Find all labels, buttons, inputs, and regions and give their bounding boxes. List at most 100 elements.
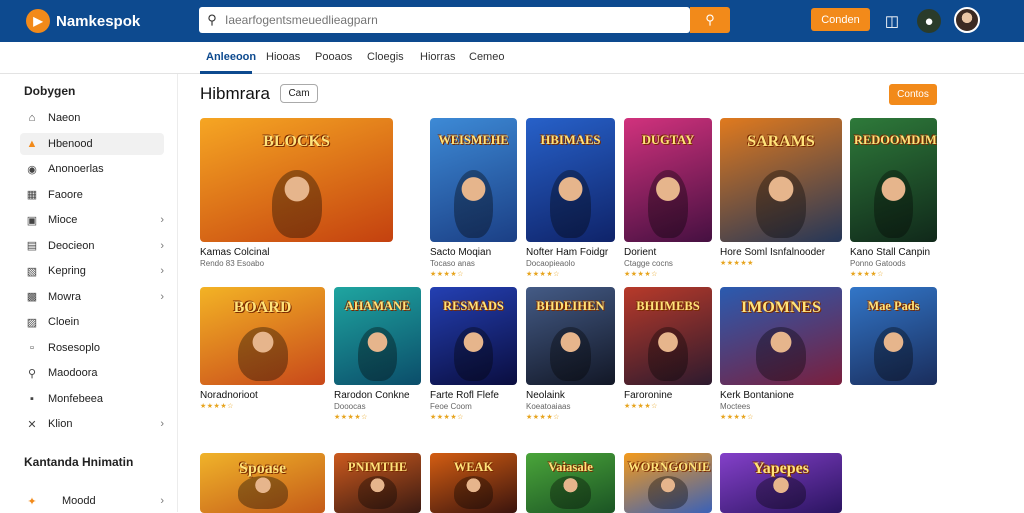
character-illustration xyxy=(357,327,398,381)
game-title[interactable]: Neolaink xyxy=(526,390,565,401)
filter-chip[interactable]: Cam xyxy=(280,84,318,103)
tab-3[interactable]: Cloegis xyxy=(367,51,404,63)
search-button[interactable]: ⚲ xyxy=(690,7,730,33)
game-art-title: BOARD xyxy=(233,298,292,316)
game-thumbnail[interactable]: BHIIMEBS xyxy=(624,287,712,385)
game-thumbnail[interactable]: RESMADS xyxy=(430,287,517,385)
game-subtitle: Ponno Gatoods xyxy=(850,259,906,268)
game-art-title: WORNGONIE xyxy=(628,460,711,475)
character-illustration xyxy=(237,327,288,381)
game-art-title: AHAMANE xyxy=(344,298,411,313)
sidebar-item-label: Mioce xyxy=(48,214,78,226)
tab-5[interactable]: Cemeo xyxy=(469,51,504,63)
game-title[interactable]: Dorient xyxy=(624,247,656,258)
character-illustration xyxy=(873,169,914,238)
game-art-title: Mae Pads xyxy=(867,298,920,313)
search-box[interactable]: ⚲ xyxy=(199,7,690,33)
game-thumbnail[interactable]: HBIMAES xyxy=(526,118,615,242)
chevron-right-icon: › xyxy=(160,265,164,277)
sidebar-item-0[interactable]: ⌂ Naeon xyxy=(20,107,164,129)
game-thumbnail[interactable]: AHAMANE xyxy=(334,287,421,385)
game-title[interactable]: Noradnorioot xyxy=(200,390,258,401)
home-icon: ⌂ xyxy=(28,112,36,124)
calendar-icon: ▩ xyxy=(26,291,38,303)
sidebar-item-footer[interactable]: ✦ Moodd › xyxy=(20,490,164,512)
game-title[interactable]: Nofter Ham Foidgr xyxy=(526,247,608,258)
header-cta-button[interactable]: Conden xyxy=(811,8,870,31)
character-illustration xyxy=(550,169,591,238)
tab-2[interactable]: Pooaos xyxy=(315,51,352,63)
sidebar-heading: Dobygen xyxy=(24,84,76,98)
share-icon[interactable]: ◫ xyxy=(880,9,904,33)
game-thumbnail[interactable]: WEISMEHE xyxy=(430,118,517,242)
game-title[interactable]: Kerk Bontanione xyxy=(720,390,794,401)
character-illustration xyxy=(453,327,494,381)
notification-icon[interactable]: ● xyxy=(917,9,941,33)
character-illustration xyxy=(237,476,288,509)
game-title[interactable]: Kano Stall Canpin xyxy=(850,247,930,258)
game-thumbnail[interactable]: WORNGONIE xyxy=(624,453,712,513)
game-thumbnail[interactable]: IMOMNES xyxy=(720,287,842,385)
game-title[interactable]: Hore Soml Isnfalnooder xyxy=(720,247,825,258)
game-art-title: DUGTAY xyxy=(641,132,695,147)
game-art-title: Vaiasale xyxy=(548,460,593,475)
sidebar-item-11[interactable]: ▪ Monfebeea xyxy=(20,388,164,410)
sidebar-item-2[interactable]: ◉ Anonoerlas xyxy=(20,158,164,180)
search-input[interactable] xyxy=(225,13,690,27)
star-rating: ★★★★☆ xyxy=(526,271,560,278)
sidebar-item-6[interactable]: ▧ Kepring › xyxy=(20,260,164,282)
game-thumbnail[interactable]: BLOCKS xyxy=(200,118,393,242)
game-thumbnail[interactable]: DUGTAY xyxy=(624,118,712,242)
sidebar-item-8[interactable]: ▨ Cloein xyxy=(20,311,164,333)
game-title[interactable]: Kamas Colcinal xyxy=(200,247,269,258)
sparkle-icon: ✦ xyxy=(27,495,37,508)
star-rating: ★★★★☆ xyxy=(430,414,464,421)
tab-4[interactable]: Hiorras xyxy=(420,51,455,63)
sidebar-item-label: Anonoerlas xyxy=(48,163,104,175)
character-illustration xyxy=(550,327,591,381)
game-thumbnail[interactable]: Vaiasale xyxy=(526,453,615,513)
chevron-right-icon: › xyxy=(160,239,164,252)
game-subtitle: Ctagge cocns xyxy=(624,259,673,268)
character-illustration xyxy=(550,476,591,509)
game-thumbnail[interactable]: PNIMTHE xyxy=(334,453,421,513)
game-title[interactable]: Rarodon Conkne xyxy=(334,390,410,401)
sidebar-item-12[interactable]: ✕ Klion › xyxy=(20,413,164,435)
main-cta-button[interactable]: Contos xyxy=(889,84,937,105)
game-thumbnail[interactable]: Mae Pads xyxy=(850,287,937,385)
star-rating: ★★★★★ xyxy=(720,260,754,267)
game-art-title: WEISMEHE xyxy=(438,132,509,147)
game-subtitle: Koeatoaiaas xyxy=(526,402,571,411)
avatar[interactable] xyxy=(954,7,980,33)
game-title[interactable]: Farte Rofl Flefe xyxy=(430,390,499,401)
tab-1[interactable]: Hiooas xyxy=(266,51,300,63)
game-thumbnail[interactable]: REDOOMDIM xyxy=(850,118,937,242)
game-thumbnail[interactable]: WEAK xyxy=(430,453,517,513)
game-title[interactable]: Faroronine xyxy=(624,390,672,401)
tab-0[interactable]: Anleeoon xyxy=(206,51,256,63)
sidebar-item-10[interactable]: ⚲ Maodoora xyxy=(20,362,164,384)
sidebar-item-7[interactable]: ▩ Mowra › xyxy=(20,286,164,308)
logo[interactable]: ▶ Namkespok xyxy=(26,9,140,33)
game-thumbnail[interactable]: SARAMS xyxy=(720,118,842,242)
sidebar-item-9[interactable]: ▫ Rosesoplo xyxy=(20,337,164,359)
chevron-right-icon: › xyxy=(160,214,164,226)
character-illustration xyxy=(756,476,806,509)
game-thumbnail[interactable]: Yapepes xyxy=(720,453,842,513)
sidebar: Dobygen ⌂ Naeon ▲ Hbenood ◉ Anonoerlas ▦ Faoore… xyxy=(0,74,178,512)
sidebar-item-1[interactable]: ▲ Hbenood xyxy=(20,132,164,155)
character-illustration xyxy=(357,476,398,509)
game-subtitle: Dooocas xyxy=(334,402,366,411)
character-illustration xyxy=(648,169,688,238)
game-thumbnail[interactable]: Spoase xyxy=(200,453,325,513)
eye-icon: ◉ xyxy=(27,163,37,176)
game-title[interactable]: Sacto Moqian xyxy=(430,247,491,258)
star-rating: ★★★★☆ xyxy=(430,271,464,278)
game-thumbnail[interactable]: BOARD xyxy=(200,287,325,385)
search-icon: ⚲ xyxy=(705,12,715,27)
sidebar-item-4[interactable]: ▣ Mioce › xyxy=(20,209,164,231)
sidebar-item-5[interactable]: ▤ Deocieon › xyxy=(20,235,164,257)
game-thumbnail[interactable]: BHDEIHEN xyxy=(526,287,615,385)
sidebar-item-3[interactable]: ▦ Faoore xyxy=(20,184,164,206)
game-subtitle: Rendo 83 Esoabo xyxy=(200,259,265,268)
